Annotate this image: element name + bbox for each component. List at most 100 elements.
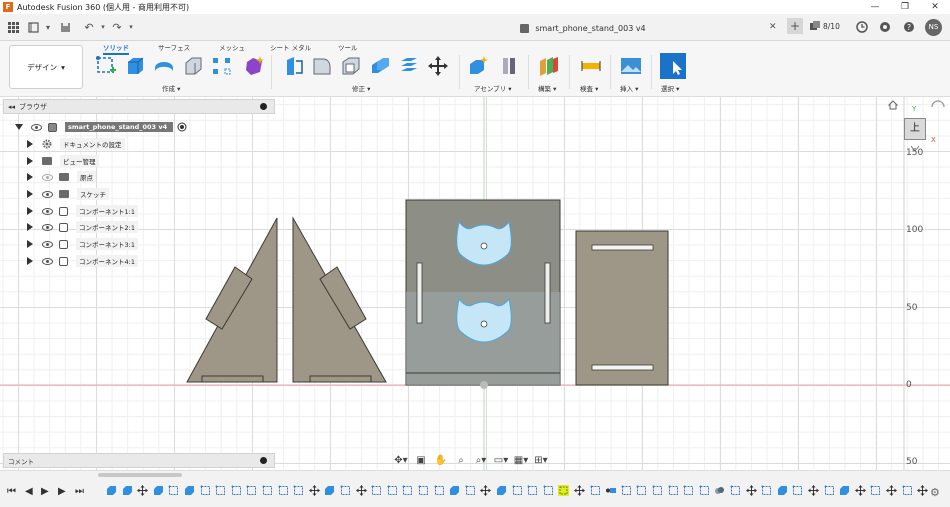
sketch-feature-icon[interactable] (465, 485, 476, 496)
workspace-switcher[interactable]: デザイン ▾ (9, 45, 83, 89)
notifications-icon[interactable] (878, 20, 892, 34)
add-comment-icon[interactable] (260, 457, 267, 464)
visibility-eye-icon[interactable] (31, 123, 42, 131)
sweep-icon[interactable] (182, 55, 204, 77)
active-component-radio-icon[interactable] (177, 122, 187, 132)
expand-icon[interactable] (27, 140, 33, 148)
move-feature-icon[interactable] (308, 485, 320, 496)
combine-icon[interactable] (369, 55, 391, 77)
move-feature-icon[interactable] (886, 485, 897, 496)
sketch-feature-icon[interactable] (278, 485, 289, 496)
phone-back-plate[interactable] (405, 199, 561, 386)
browser-item-component-4[interactable]: コンポーネント4:1 (27, 254, 138, 268)
browser-item-component-1[interactable]: コンポーネント1:1 (27, 204, 138, 218)
comments-panel[interactable]: コメント (3, 453, 275, 468)
grid-settings-icon[interactable]: ▦▾ (512, 453, 530, 467)
go-to-end-icon[interactable]: ⏭ (75, 486, 84, 497)
tab-sheet-metal[interactable]: シート メタル (270, 42, 311, 52)
sketch-feature-icon[interactable] (730, 485, 741, 496)
extrude-feature-icon[interactable] (777, 485, 788, 496)
construct-group-label[interactable]: 構築 ▾ (538, 83, 556, 93)
sketch-feature-icon[interactable] (543, 485, 554, 496)
select-icon[interactable] (660, 53, 686, 79)
move-feature-icon[interactable] (574, 485, 585, 496)
fillet-icon[interactable] (311, 55, 333, 77)
base-plate[interactable] (575, 230, 669, 386)
sketch-feature-icon[interactable] (371, 485, 382, 496)
sketch-feature-icon[interactable] (761, 485, 772, 496)
extrude-feature-icon[interactable] (496, 485, 507, 496)
offset-plane-icon[interactable] (537, 55, 559, 77)
step-forward-icon[interactable]: ▶ (58, 486, 66, 497)
new-component-icon[interactable] (467, 55, 489, 77)
expand-icon[interactable] (27, 190, 33, 198)
component-feature-icon[interactable] (605, 485, 617, 496)
move-feature-icon[interactable] (355, 485, 367, 496)
create-group-label[interactable]: 作成 ▾ (162, 83, 180, 93)
sketch-feature-icon[interactable] (231, 485, 242, 496)
sketch-feature-icon[interactable] (699, 485, 710, 496)
close-window-button[interactable]: ✕ (920, 0, 950, 14)
select-group-label[interactable]: 選択 ▾ (661, 83, 679, 93)
shell-icon[interactable] (340, 55, 362, 77)
tab-tools[interactable]: ツール (338, 42, 358, 52)
app-grid-icon[interactable] (6, 20, 20, 34)
expand-icon[interactable] (27, 173, 33, 181)
sketch-feature-icon[interactable] (621, 485, 632, 496)
modify-group-label[interactable]: 修正 ▾ (352, 83, 370, 93)
inspect-group-label[interactable]: 検査 ▾ (580, 83, 598, 93)
visibility-eye-icon[interactable] (42, 240, 53, 248)
sketch-feature-icon[interactable] (683, 485, 694, 496)
sketch-feature-icon[interactable] (418, 485, 429, 496)
extrude-feature-icon[interactable] (153, 485, 164, 496)
tab-solid[interactable]: ソリッド (103, 42, 129, 55)
sketch-feature-icon[interactable] (215, 485, 226, 496)
insert-image-icon[interactable] (620, 55, 642, 77)
new-tab-button[interactable]: + (787, 18, 803, 34)
visibility-eye-icon[interactable] (42, 257, 53, 265)
file-dropdown-icon[interactable]: ▾ (41, 20, 55, 34)
joint-icon[interactable] (498, 55, 520, 77)
measure-icon[interactable] (580, 55, 602, 77)
expand-icon[interactable] (27, 240, 33, 248)
sketch-feature-icon[interactable] (652, 485, 663, 496)
zoom-icon[interactable]: ⌕ (452, 453, 470, 467)
expand-icon[interactable] (27, 223, 33, 231)
sketch-feature-icon[interactable] (262, 485, 273, 496)
orbit-icon[interactable]: ✥▾ (392, 453, 410, 467)
joint-feature-icon[interactable] (714, 485, 725, 496)
offset-face-icon[interactable] (398, 55, 420, 77)
sketch-feature-icon[interactable] (792, 485, 803, 496)
extrude-feature-icon[interactable] (184, 485, 195, 496)
browser-item-named-views[interactable]: ビュー管理 (27, 154, 99, 168)
revolve-icon[interactable] (153, 55, 175, 77)
browser-pin-icon[interactable] (260, 103, 267, 110)
sketch-feature-icon[interactable] (200, 485, 211, 496)
browser-item-document-settings[interactable]: ドキュメントの設定 (27, 137, 125, 151)
browser-item-component-2[interactable]: コンポーネント2:1 (27, 220, 138, 234)
visibility-eye-hidden-icon[interactable] (42, 173, 53, 181)
expand-icon[interactable] (27, 157, 33, 165)
tab-surface[interactable]: サーフェス (158, 42, 190, 52)
go-to-start-icon[interactable]: ⏮ (7, 486, 16, 497)
close-tab-icon[interactable]: ✕ (769, 22, 777, 32)
sketch-feature-icon[interactable] (340, 485, 351, 496)
press-pull-icon[interactable] (282, 55, 304, 77)
selected-sketch-feature-icon[interactable] (558, 485, 570, 496)
save-icon[interactable] (58, 20, 72, 34)
visibility-eye-icon[interactable] (42, 190, 53, 198)
timeline-scrollbar[interactable] (98, 473, 182, 477)
zoom-window-icon[interactable]: ⌕▾ (472, 453, 490, 467)
undo-dropdown-icon[interactable]: ▾ (96, 20, 110, 34)
play-icon[interactable]: ▶ (41, 486, 49, 497)
expand-icon[interactable] (15, 124, 23, 130)
expand-icon[interactable] (27, 257, 33, 265)
move-icon[interactable] (427, 55, 449, 77)
online-status-icon[interactable] (855, 20, 869, 34)
create-form-icon[interactable] (243, 55, 265, 77)
look-at-icon[interactable]: ▣ (412, 453, 430, 467)
extrude-feature-icon[interactable] (449, 485, 460, 496)
redo-dropdown-icon[interactable]: ▾ (124, 20, 138, 34)
sketch-feature-icon[interactable] (512, 485, 523, 496)
browser-item-origin[interactable]: 原点 (27, 170, 96, 184)
